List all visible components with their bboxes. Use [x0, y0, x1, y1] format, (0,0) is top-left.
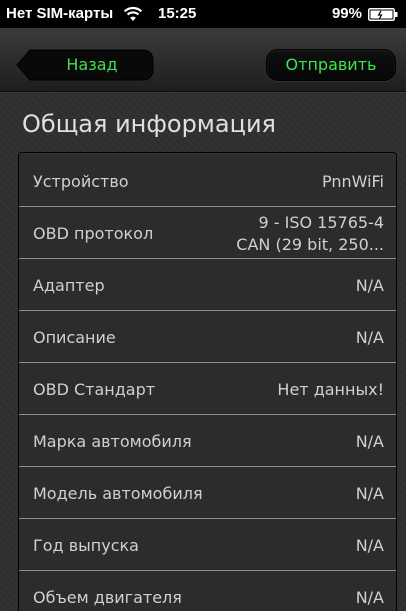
row-value-line: CAN (29 bit, 250...	[236, 235, 384, 254]
back-button-label: Назад	[66, 55, 118, 74]
row-label: Объем двигателя	[33, 588, 182, 607]
carrier-label: Нет SIM-карты	[6, 5, 114, 22]
row-label: Год выпуска	[33, 536, 139, 555]
table-row: OBD Стандарт Нет данных!	[19, 364, 396, 415]
row-value: N/A	[355, 484, 384, 503]
row-value: N/A	[355, 536, 384, 555]
table-row: Год выпуска N/A	[19, 520, 396, 571]
row-label: Модель автомобиля	[33, 484, 203, 503]
section-title: Общая информация	[22, 110, 276, 138]
table-row: Модель автомобиля N/A	[19, 468, 396, 519]
row-label: Устройство	[33, 172, 129, 191]
row-value: N/A	[355, 328, 384, 347]
status-bar: Нет SIM-карты 15:25 99%	[0, 0, 406, 28]
info-table: Устройство PnnWiFi OBD протокол 9 - ISO …	[18, 152, 397, 611]
send-button-label: Отправить	[285, 55, 377, 74]
row-value: N/A	[355, 588, 384, 607]
row-value: 9 - ISO 15765-4 CAN (29 bit, 250...	[236, 208, 384, 259]
row-label: OBD Стандарт	[33, 380, 156, 399]
row-label: Марка автомобиля	[33, 432, 192, 451]
row-label: Описание	[33, 328, 116, 347]
row-value-line: 9 - ISO 15765-4	[258, 213, 384, 232]
table-row: Устройство PnnWiFi	[19, 156, 396, 207]
send-button[interactable]: Отправить	[266, 49, 396, 81]
battery-icon	[368, 8, 398, 21]
row-value: N/A	[355, 432, 384, 451]
table-row: Описание N/A	[19, 312, 396, 363]
row-label: Адаптер	[33, 276, 105, 295]
table-row: Адаптер N/A	[19, 260, 396, 311]
wifi-icon	[123, 6, 143, 21]
row-value: N/A	[355, 276, 384, 295]
clock-label: 15:25	[158, 5, 197, 22]
row-value: PnnWiFi	[321, 172, 384, 191]
row-label: OBD протокол	[33, 224, 154, 243]
table-row: Объем двигателя N/A	[19, 572, 396, 611]
row-value: Нет данных!	[277, 380, 384, 399]
table-row: Марка автомобиля N/A	[19, 416, 396, 467]
table-row: OBD протокол 9 - ISO 15765-4 CAN (29 bit…	[19, 208, 396, 259]
back-button[interactable]: Назад	[16, 49, 154, 81]
navigation-bar: Назад Отправить	[0, 28, 406, 92]
battery-percent: 99%	[331, 5, 362, 22]
app-screen: Нет SIM-карты 15:25 99% Назад Отправить …	[0, 0, 406, 611]
